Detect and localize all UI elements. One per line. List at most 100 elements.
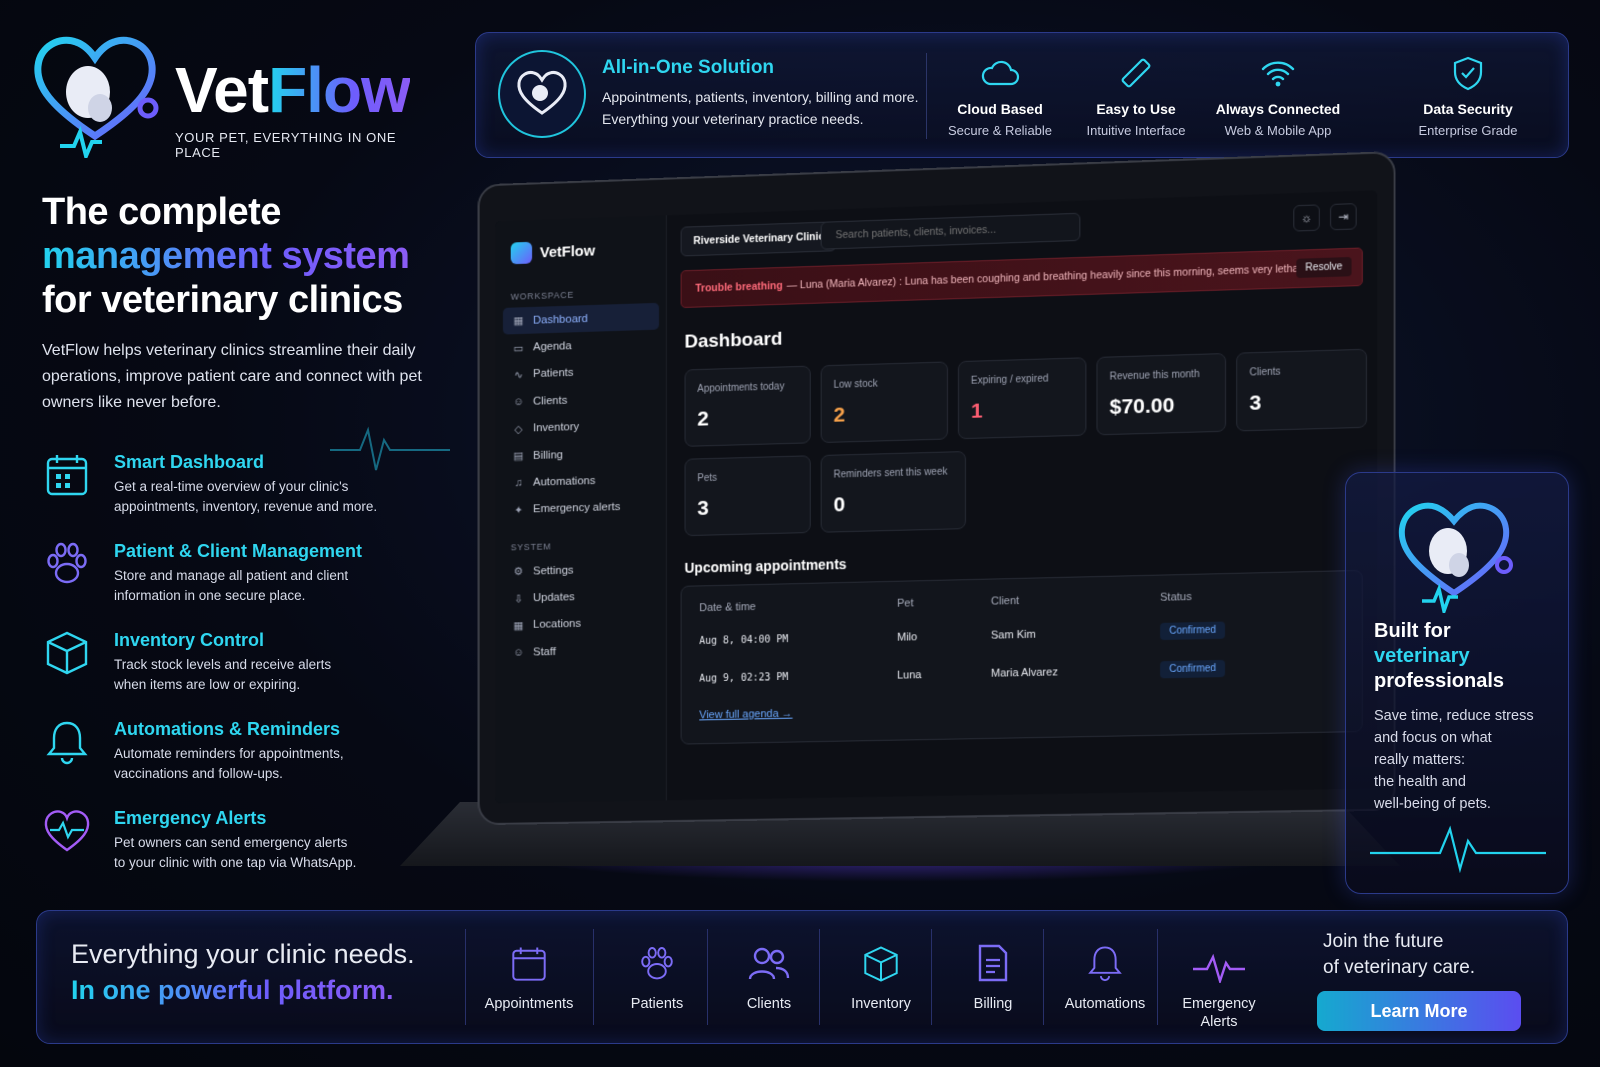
intro-text: VetFlow helps veterinary clinics streaml… [42, 342, 422, 411]
logout-icon: ⇥ [1338, 209, 1349, 224]
sidebar-item-label: Clients [533, 394, 568, 408]
stat-card-pets: Pets 3 [684, 455, 811, 537]
feature-desc: information in one secure place. [114, 588, 306, 603]
app-brand-name: VetFlow [539, 242, 596, 261]
module-patients: Patients [601, 925, 713, 1029]
bell-icon [1088, 946, 1122, 982]
sidebar-item-label: Patients [533, 367, 574, 381]
headline-line-3: for veterinary clinics [42, 279, 403, 321]
app-logo-icon [510, 241, 533, 265]
bell-icon [46, 721, 88, 765]
module-label: Patients [630, 996, 684, 1012]
module-clients: Clients [713, 925, 825, 1029]
sidebar-item-locations[interactable]: ▦ Locations [503, 609, 659, 640]
built-for-heading: Built for veterinary professionals [1374, 619, 1504, 694]
box-icon [864, 946, 898, 982]
heading-line: veterinary [1374, 645, 1470, 667]
all-in-one-badge [498, 50, 586, 138]
stat-card-expiring: Expiring / expired 1 [957, 357, 1087, 440]
sidebar-item-billing[interactable]: ▤ Billing [503, 439, 659, 470]
heading-line: Built for [1374, 620, 1451, 642]
bottom-slogan-1: Everything your clinic needs. [71, 939, 415, 969]
heading-line: professionals [1374, 670, 1505, 692]
feature-emergency-alerts: Emergency Alerts Pet owners can send eme… [42, 806, 442, 895]
bottom-slogan-2: In one powerful platform. [71, 975, 394, 1005]
module-label: Emergency Alerts [1182, 996, 1256, 1030]
table-header: Pet [897, 597, 914, 610]
stat-value: 0 [833, 493, 846, 517]
sidebar-item-label: Agenda [533, 340, 572, 354]
sidebar-item-label: Automations [533, 475, 596, 489]
sidebar-item-label: Settings [533, 564, 574, 578]
user-icon: ☺ [513, 395, 524, 409]
module-label: Inventory [851, 996, 911, 1012]
divider [1157, 929, 1158, 1025]
feature-patient-client: Patient & Client Management Store and ma… [42, 539, 442, 628]
feature-always-connected: Always Connected Web & Mobile App [1208, 55, 1348, 138]
vetflow-logo: VetFlow YOUR PET, EVERYTHING IN ONE PLAC… [30, 28, 430, 160]
learn-more-button[interactable]: Learn More [1317, 991, 1521, 1031]
divider [707, 929, 708, 1025]
sidebar-item-staff[interactable]: ☺ Staff [503, 636, 659, 666]
resolve-button[interactable]: Resolve [1296, 256, 1352, 279]
calendar-icon [512, 947, 546, 981]
feature-topbar: All-in-One Solution Appointments, patien… [475, 32, 1569, 158]
module-label: Billing [973, 996, 1013, 1012]
theme-toggle-button[interactable]: ☼ [1293, 204, 1320, 232]
module-label: Automations [1064, 996, 1146, 1012]
search-input[interactable] [820, 212, 1081, 250]
table-header: Date & time [699, 600, 756, 615]
alert-text: — Luna (Maria Alvarez) : Luna has been c… [786, 262, 1319, 292]
stat-label: Revenue this month [1109, 368, 1200, 383]
sidebar-item-label: Emergency alerts [533, 501, 621, 516]
divider [1043, 929, 1044, 1025]
heartbeat-line-icon [1370, 825, 1546, 873]
sidebar-item-emergency-alerts[interactable]: ✦ Emergency alerts [503, 493, 659, 524]
feature-data-security: Data Security Enterprise Grade [1410, 55, 1526, 138]
stat-label: Appointments today [697, 381, 785, 395]
body-line: and focus on what [1374, 730, 1492, 746]
sidebar-item-automations[interactable]: ♫ Automations [503, 466, 659, 497]
paw-icon [47, 542, 87, 584]
feature-subtitle: Web & Mobile App [1224, 123, 1332, 138]
feature-desc: Get a real-time overview of your clinic'… [114, 479, 349, 494]
logout-button[interactable]: ⇥ [1330, 203, 1357, 231]
module-automations: Automations [1049, 925, 1161, 1029]
sidebar-item-label: Staff [533, 645, 556, 659]
dashboard-title: Dashboard [684, 328, 783, 353]
pencil-icon [1121, 58, 1151, 88]
sun-icon: ☼ [1300, 210, 1313, 226]
view-full-agenda-link[interactable]: View full agenda → [699, 708, 792, 722]
feature-title: Emergency Alerts [114, 808, 267, 828]
divider [593, 929, 594, 1025]
feature-title: Patient & Client Management [114, 541, 363, 561]
sidebar-item-settings[interactable]: ⚙ Settings [503, 555, 659, 586]
sidebar-item-clients[interactable]: ☺ Clients [503, 384, 659, 416]
body-line: the health and [1374, 774, 1466, 790]
appointment-pet: Milo [897, 631, 918, 644]
feature-list: Smart Dashboard Get a real-time overview… [42, 450, 442, 895]
feature-easy-to-use: Easy to Use Intuitive Interface [1074, 55, 1198, 138]
stat-value: 3 [697, 496, 709, 520]
feature-desc: when items are low or expiring. [114, 677, 301, 692]
feature-title: Easy to Use [1096, 101, 1176, 117]
table-header: Status [1160, 590, 1192, 604]
pulse-icon: ∿ [513, 369, 523, 382]
app-brand: VetFlow [510, 240, 596, 265]
stat-value: 3 [1249, 391, 1262, 415]
module-label: Appointments [484, 996, 574, 1012]
bottom-banner: Everything your clinic needs. In one pow… [36, 910, 1568, 1044]
feature-subtitle: Enterprise Grade [1418, 123, 1518, 138]
join-text-2: of veterinary care. [1323, 957, 1476, 978]
stat-card-appointments: Appointments today 2 [684, 365, 811, 447]
feature-desc: to your clinic with one tap via WhatsApp… [114, 855, 357, 870]
grid-icon: ▦ [513, 315, 524, 328]
app-screen: VetFlow WORKSPACE ▦ Dashboard ▭ Agenda ∿ Pa… [495, 190, 1378, 804]
sidebar-item-updates[interactable]: ⇩ Updates [503, 582, 659, 613]
appointment-pet: Luna [897, 669, 922, 682]
clinic-selector[interactable]: Riverside Veterinary Clinic [680, 221, 837, 257]
box-icon: ◇ [514, 423, 523, 436]
feature-desc: vaccinations and follow-ups. [114, 766, 283, 781]
stat-card-clients: Clients 3 [1236, 348, 1367, 432]
heart-pet-icon [517, 71, 567, 115]
